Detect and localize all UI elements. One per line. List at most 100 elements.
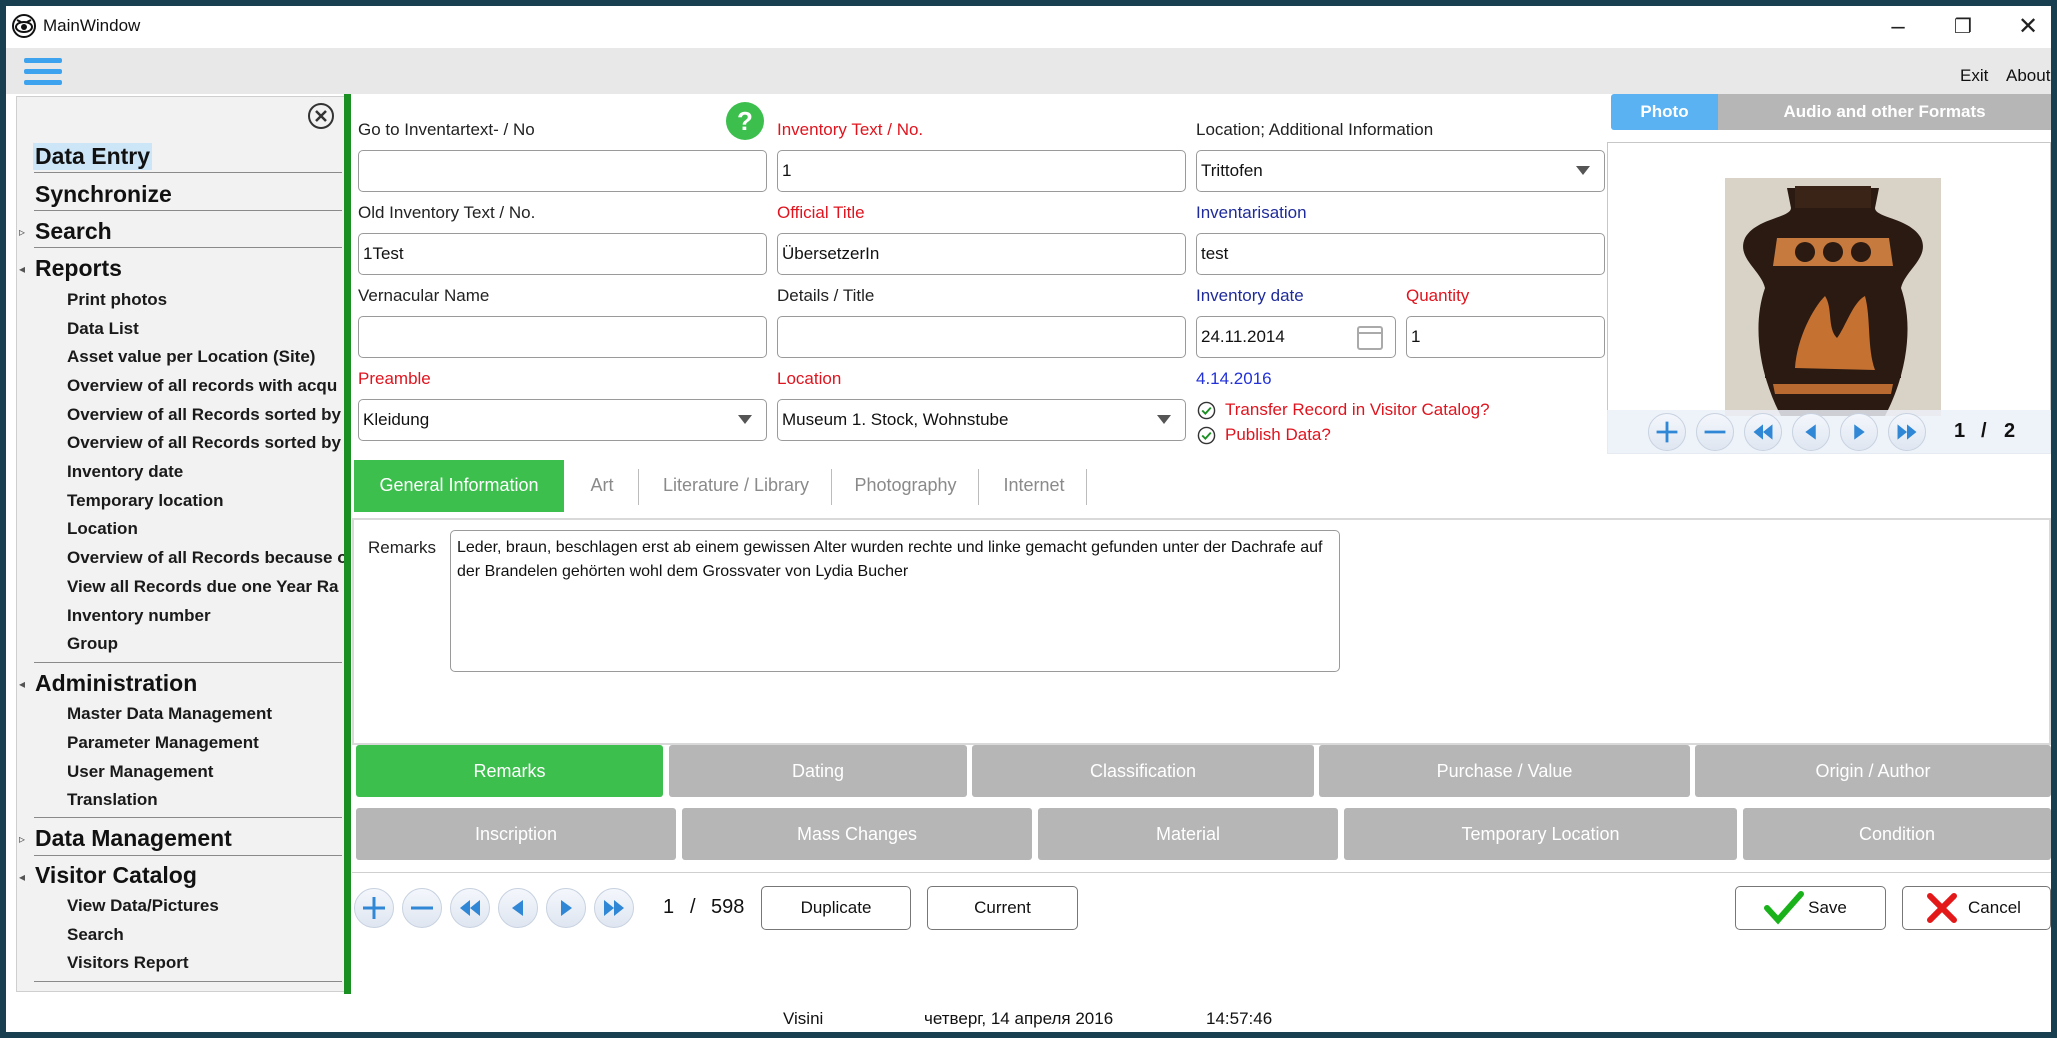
- last-photo-icon[interactable]: [1888, 413, 1926, 451]
- sidebar-item-location[interactable]: Location: [67, 519, 345, 539]
- hamburger-menu-icon[interactable]: [24, 58, 62, 86]
- add-photo-icon[interactable]: [1648, 413, 1686, 451]
- sidebar-data-management[interactable]: Data Management: [35, 825, 232, 852]
- mass-changes-section-button[interactable]: Mass Changes: [682, 808, 1032, 860]
- sidebar-item-data-list[interactable]: Data List: [67, 319, 345, 339]
- condition-section-button[interactable]: Condition: [1743, 808, 2051, 860]
- sidebar-administration[interactable]: Administration: [35, 670, 197, 697]
- sidebar-item-overview-because[interactable]: Overview of all Records because o: [67, 548, 345, 568]
- sidebar-synchronize[interactable]: Synchronize: [35, 181, 172, 208]
- sidebar-item-view-data[interactable]: View Data/Pictures: [67, 896, 345, 916]
- location-value: Museum 1. Stock, Wohnstube: [782, 410, 1009, 429]
- prev-photo-icon[interactable]: [1792, 413, 1830, 451]
- divider: [34, 855, 342, 856]
- vernacular-label: Vernacular Name: [358, 286, 490, 305]
- tab-literature[interactable]: Literature / Library: [646, 460, 826, 512]
- sidebar-item-group[interactable]: Group: [67, 634, 345, 654]
- save-button[interactable]: Save: [1735, 886, 1886, 930]
- close-window-button[interactable]: ✕: [1999, 8, 2057, 48]
- expand-arrow-icon[interactable]: ▹: [19, 832, 25, 846]
- exit-menu[interactable]: Exit: [1960, 66, 1988, 86]
- inv-text-input[interactable]: 1: [777, 150, 1186, 192]
- inv-text-label: Inventory Text / No.: [777, 120, 924, 139]
- sidebar-item-print-photos[interactable]: Print photos: [67, 290, 345, 310]
- sidebar-item-temporary-location[interactable]: Temporary location: [67, 491, 345, 511]
- location-add-select[interactable]: Trittofen: [1196, 150, 1605, 192]
- sidebar-item-overview-acqu[interactable]: Overview of all records with acqu: [67, 376, 345, 396]
- tab-photo[interactable]: Photo: [1611, 94, 1718, 130]
- material-section-button[interactable]: Material: [1038, 808, 1338, 860]
- sidebar-item-visitor-search[interactable]: Search: [67, 925, 345, 945]
- current-button[interactable]: Current: [927, 886, 1078, 930]
- sidebar-reports[interactable]: Reports: [35, 255, 122, 282]
- check-circle-icon[interactable]: [1197, 401, 1216, 420]
- inventarisation-input[interactable]: test: [1196, 233, 1605, 275]
- purchase-value-section-button[interactable]: Purchase / Value: [1319, 745, 1690, 797]
- details-input[interactable]: [777, 316, 1186, 358]
- publish-checkbox-label[interactable]: Publish Data?: [1225, 425, 1331, 445]
- sidebar-item-inventory-date[interactable]: Inventory date: [67, 462, 345, 482]
- sidebar-item-overview-sorted-2[interactable]: Overview of all Records sorted by: [67, 433, 345, 453]
- remarks-section-button[interactable]: Remarks: [356, 745, 663, 797]
- next-photo-icon[interactable]: [1840, 413, 1878, 451]
- sidebar-data-entry[interactable]: Data Entry: [33, 143, 153, 170]
- about-menu[interactable]: About: [2006, 66, 2050, 86]
- vernacular-input[interactable]: [358, 316, 767, 358]
- sidebar-item-inventory-number[interactable]: Inventory number: [67, 606, 345, 626]
- origin-author-section-button[interactable]: Origin / Author: [1695, 745, 2051, 797]
- inscription-section-button[interactable]: Inscription: [356, 808, 676, 860]
- sidebar-search[interactable]: Search: [35, 218, 112, 245]
- location-add-value: Trittofen: [1201, 161, 1263, 180]
- official-title-input[interactable]: ÜbersetzerIn: [777, 233, 1186, 275]
- tab-general-information[interactable]: General Information: [354, 460, 564, 512]
- minimize-button[interactable]: –: [1869, 8, 1927, 48]
- tab-internet[interactable]: Internet: [986, 460, 1082, 512]
- tab-art[interactable]: Art: [571, 460, 633, 512]
- prev-record-icon[interactable]: [498, 888, 538, 928]
- last-record-icon[interactable]: [594, 888, 634, 928]
- temporary-location-section-button[interactable]: Temporary Location: [1344, 808, 1737, 860]
- help-icon[interactable]: ?: [726, 102, 764, 140]
- sidebar-item-year-range[interactable]: View all Records due one Year Ra: [67, 577, 345, 597]
- quantity-input[interactable]: 1: [1406, 316, 1605, 358]
- sidebar-splitter[interactable]: [344, 94, 351, 994]
- collapse-arrow-icon[interactable]: ◂: [19, 262, 25, 276]
- next-record-icon[interactable]: [546, 888, 586, 928]
- goto-input[interactable]: [358, 150, 767, 192]
- tab-separator: [831, 469, 832, 505]
- cancel-button[interactable]: Cancel: [1902, 886, 2051, 930]
- classification-section-button[interactable]: Classification: [972, 745, 1314, 797]
- collapse-arrow-icon[interactable]: ◂: [19, 870, 25, 884]
- old-inv-input[interactable]: 1Test: [358, 233, 767, 275]
- vase-photo: [1725, 178, 1941, 416]
- tab-photography[interactable]: Photography: [838, 460, 973, 512]
- close-sidebar-icon[interactable]: [307, 102, 335, 130]
- expand-arrow-icon[interactable]: ▹: [19, 225, 25, 239]
- sidebar-item-user-management[interactable]: User Management: [67, 762, 345, 782]
- sidebar-item-translation[interactable]: Translation: [67, 790, 345, 810]
- check-circle-icon[interactable]: [1197, 426, 1216, 445]
- sidebar-item-asset-value[interactable]: Asset value per Location (Site): [67, 347, 345, 367]
- calendar-icon[interactable]: [1357, 326, 1383, 350]
- collapse-arrow-icon[interactable]: ◂: [19, 677, 25, 691]
- preamble-select[interactable]: Kleidung: [358, 399, 767, 441]
- remarks-textarea[interactable]: Leder, braun, beschlagen erst ab einem g…: [450, 530, 1340, 672]
- sidebar-item-master-data[interactable]: Master Data Management: [67, 704, 345, 724]
- transfer-checkbox-label[interactable]: Transfer Record in Visitor Catalog?: [1225, 400, 1490, 420]
- sidebar-item-overview-sorted-1[interactable]: Overview of all Records sorted by: [67, 405, 345, 425]
- restore-button[interactable]: ❐: [1934, 8, 1992, 48]
- sidebar-visitor-catalog[interactable]: Visitor Catalog: [35, 862, 197, 889]
- dating-section-button[interactable]: Dating: [669, 745, 967, 797]
- remove-photo-icon[interactable]: [1696, 413, 1734, 451]
- delete-record-icon[interactable]: [402, 888, 442, 928]
- first-photo-icon[interactable]: [1744, 413, 1782, 451]
- date-link[interactable]: 4.14.2016: [1196, 369, 1272, 389]
- add-record-icon[interactable]: [354, 888, 394, 928]
- location-select[interactable]: Museum 1. Stock, Wohnstube: [777, 399, 1186, 441]
- inv-date-picker[interactable]: 24.11.2014: [1196, 316, 1396, 358]
- sidebar-item-parameter[interactable]: Parameter Management: [67, 733, 345, 753]
- first-record-icon[interactable]: [450, 888, 490, 928]
- sidebar-item-visitors-report[interactable]: Visitors Report: [67, 953, 345, 973]
- tab-audio[interactable]: Audio and other Formats: [1718, 94, 2051, 130]
- duplicate-button[interactable]: Duplicate: [761, 886, 911, 930]
